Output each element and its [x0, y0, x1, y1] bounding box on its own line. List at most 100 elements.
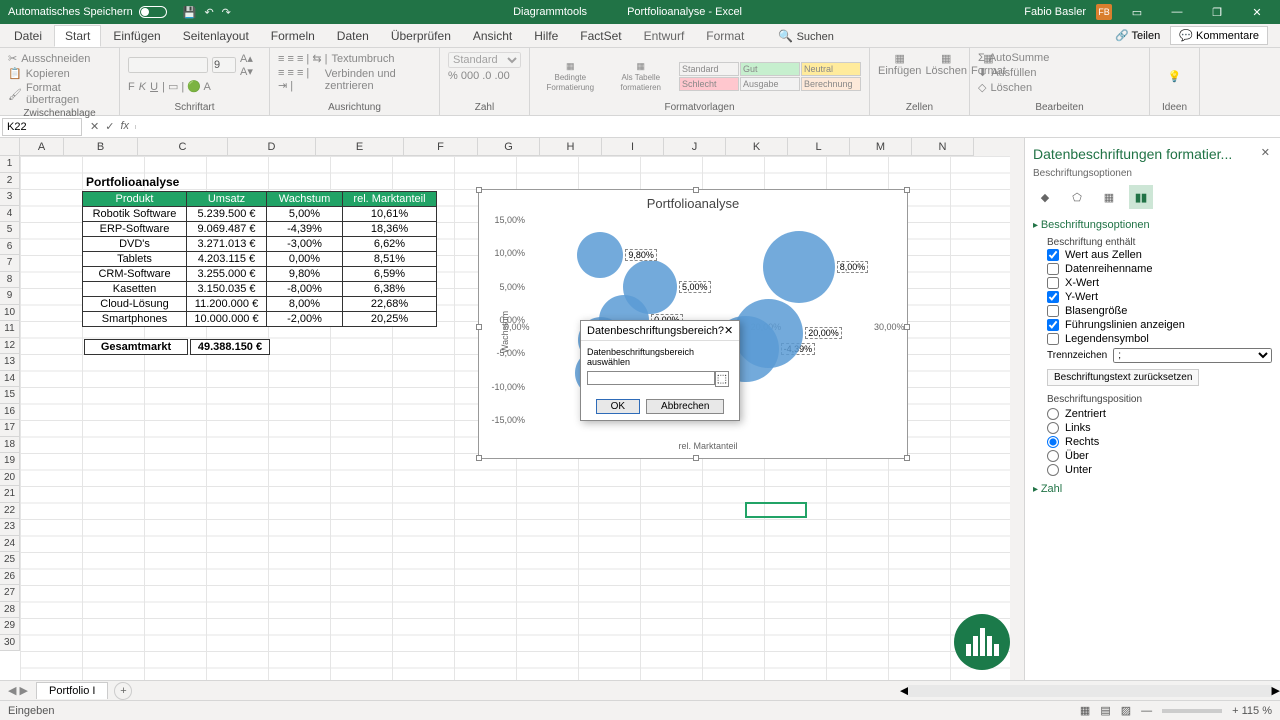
row-header[interactable]: 5 — [0, 222, 20, 239]
row-header[interactable]: 28 — [0, 602, 20, 619]
radio-4[interactable] — [1047, 464, 1059, 476]
pane-subtitle[interactable]: Beschriftungsoptionen — [1033, 168, 1272, 179]
data-label[interactable]: 9,80% — [625, 249, 657, 261]
bubble[interactable] — [577, 232, 623, 278]
checkbox-5[interactable] — [1047, 319, 1059, 331]
copy-button[interactable]: 📋 Kopieren — [8, 67, 111, 80]
row-header[interactable]: 11 — [0, 321, 20, 338]
row-header[interactable]: 16 — [0, 404, 20, 421]
row-header[interactable]: 7 — [0, 255, 20, 272]
reset-label-text-button[interactable]: Beschriftungstext zurücksetzen — [1047, 369, 1199, 386]
ok-button[interactable]: OK — [596, 399, 640, 414]
row-header[interactable]: 13 — [0, 354, 20, 371]
spreadsheet-grid[interactable]: ABCDEFGHIJKLMN 1234567891011121314151617… — [0, 138, 1024, 680]
view-pagebreak-icon[interactable]: ▨ — [1121, 704, 1131, 717]
col-header[interactable]: N — [912, 138, 974, 156]
checkbox-6[interactable] — [1047, 333, 1059, 345]
active-cell[interactable] — [745, 502, 807, 518]
row-header[interactable]: 19 — [0, 453, 20, 470]
tab-seitenlayout[interactable]: Seitenlayout — [173, 26, 259, 46]
avatar[interactable]: FB — [1096, 4, 1112, 20]
tab-datei[interactable]: Datei — [4, 26, 52, 46]
format-as-table-button[interactable]: ▦Als Tabelle formatieren — [609, 61, 673, 92]
radio-2[interactable] — [1047, 436, 1059, 448]
sheet-nav[interactable]: ◀ ▶ — [0, 684, 36, 697]
ribbon-options-icon[interactable]: ▭ — [1122, 6, 1152, 19]
tab-daten[interactable]: Daten — [327, 26, 379, 46]
user-name[interactable]: Fabio Basler — [1024, 6, 1086, 18]
tab-ansicht[interactable]: Ansicht — [463, 26, 522, 46]
checkbox-2[interactable] — [1047, 277, 1059, 289]
select-all-corner[interactable] — [0, 138, 20, 156]
enter-formula-icon[interactable]: ✓ — [105, 120, 114, 133]
row-header[interactable]: 3 — [0, 189, 20, 206]
radio-0[interactable] — [1047, 408, 1059, 420]
checkbox-3[interactable] — [1047, 291, 1059, 303]
data-label[interactable]: 5,00% — [679, 281, 711, 293]
col-header[interactable]: K — [726, 138, 788, 156]
row-header[interactable]: 6 — [0, 239, 20, 256]
add-sheet-button[interactable]: + — [114, 682, 132, 700]
row-header[interactable]: 20 — [0, 470, 20, 487]
tab-ueberpruefen[interactable]: Überprüfen — [381, 26, 461, 46]
minimize-icon[interactable]: — — [1162, 6, 1192, 18]
style-ausgabe[interactable]: Ausgabe — [740, 77, 800, 91]
tab-format[interactable]: Format — [696, 26, 754, 46]
row-header[interactable]: 21 — [0, 486, 20, 503]
tab-entwurf[interactable]: Entwurf — [634, 26, 695, 46]
vertical-scrollbar[interactable] — [1010, 138, 1024, 680]
close-icon[interactable]: ✕ — [1242, 6, 1272, 19]
row-header[interactable]: 24 — [0, 536, 20, 553]
style-schlecht[interactable]: Schlecht — [679, 77, 739, 91]
conditional-format-button[interactable]: ▦Bedingte Formatierung — [538, 61, 603, 92]
row-header[interactable]: 22 — [0, 503, 20, 520]
fill-button[interactable]: ⬇ Ausfüllen — [978, 66, 1141, 79]
row-header[interactable]: 10 — [0, 305, 20, 322]
row-header[interactable]: 27 — [0, 585, 20, 602]
col-header[interactable]: B — [64, 138, 138, 156]
bubble[interactable] — [734, 299, 803, 368]
clear-button[interactable]: ◇ Löschen — [978, 81, 1141, 94]
section-label-options[interactable]: ▸ Beschriftungsoptionen — [1033, 219, 1272, 231]
row-header[interactable]: 30 — [0, 635, 20, 652]
chart-title[interactable]: Portfolioanalyse — [479, 190, 907, 217]
font-select[interactable] — [128, 57, 208, 73]
effects-icon[interactable]: ⬠ — [1065, 185, 1089, 209]
maximize-icon[interactable]: ❐ — [1202, 6, 1232, 19]
radio-1[interactable] — [1047, 422, 1059, 434]
row-header[interactable]: 9 — [0, 288, 20, 305]
search[interactable]: 🔍 Suchen — [768, 26, 844, 46]
tab-einfuegen[interactable]: Einfügen — [103, 26, 170, 46]
tab-start[interactable]: Start — [54, 25, 101, 47]
number-buttons[interactable]: % 000 .0 .00 — [448, 70, 521, 82]
row-header[interactable]: 15 — [0, 387, 20, 404]
cancel-button[interactable]: Abbrechen — [646, 399, 724, 414]
col-header[interactable]: F — [404, 138, 478, 156]
col-header[interactable]: J — [664, 138, 726, 156]
col-header[interactable]: C — [138, 138, 228, 156]
row-header[interactable]: 4 — [0, 206, 20, 223]
range-input[interactable] — [587, 371, 715, 385]
checkbox-4[interactable] — [1047, 305, 1059, 317]
tab-factset[interactable]: FactSet — [570, 26, 631, 46]
col-header[interactable]: E — [316, 138, 404, 156]
row-header[interactable]: 26 — [0, 569, 20, 586]
autosave-toggle[interactable]: Automatisches Speichern — [0, 6, 175, 18]
dialog-close-icon[interactable]: ✕ — [724, 324, 733, 337]
row-header[interactable]: 29 — [0, 618, 20, 635]
style-neutral[interactable]: Neutral — [801, 62, 861, 76]
view-layout-icon[interactable]: ▤ — [1100, 704, 1110, 717]
style-berechnung[interactable]: Berechnung — [801, 77, 861, 91]
radio-3[interactable] — [1047, 450, 1059, 462]
bubble[interactable] — [763, 231, 835, 303]
view-normal-icon[interactable]: ▦ — [1080, 704, 1090, 717]
cancel-formula-icon[interactable]: ✕ — [90, 120, 99, 133]
data-label[interactable]: 20,00% — [805, 327, 842, 339]
row-header[interactable]: 23 — [0, 519, 20, 536]
align-row[interactable]: ≡ ≡ ≡ | ⇆ | Textumbruch — [278, 52, 431, 65]
comments-button[interactable]: 💬 Kommentare — [1170, 26, 1268, 45]
col-header[interactable]: I — [602, 138, 664, 156]
name-box[interactable] — [2, 118, 82, 136]
row-header[interactable]: 2 — [0, 173, 20, 190]
format-painter-button[interactable]: 🖌 Format übertragen — [8, 82, 111, 106]
